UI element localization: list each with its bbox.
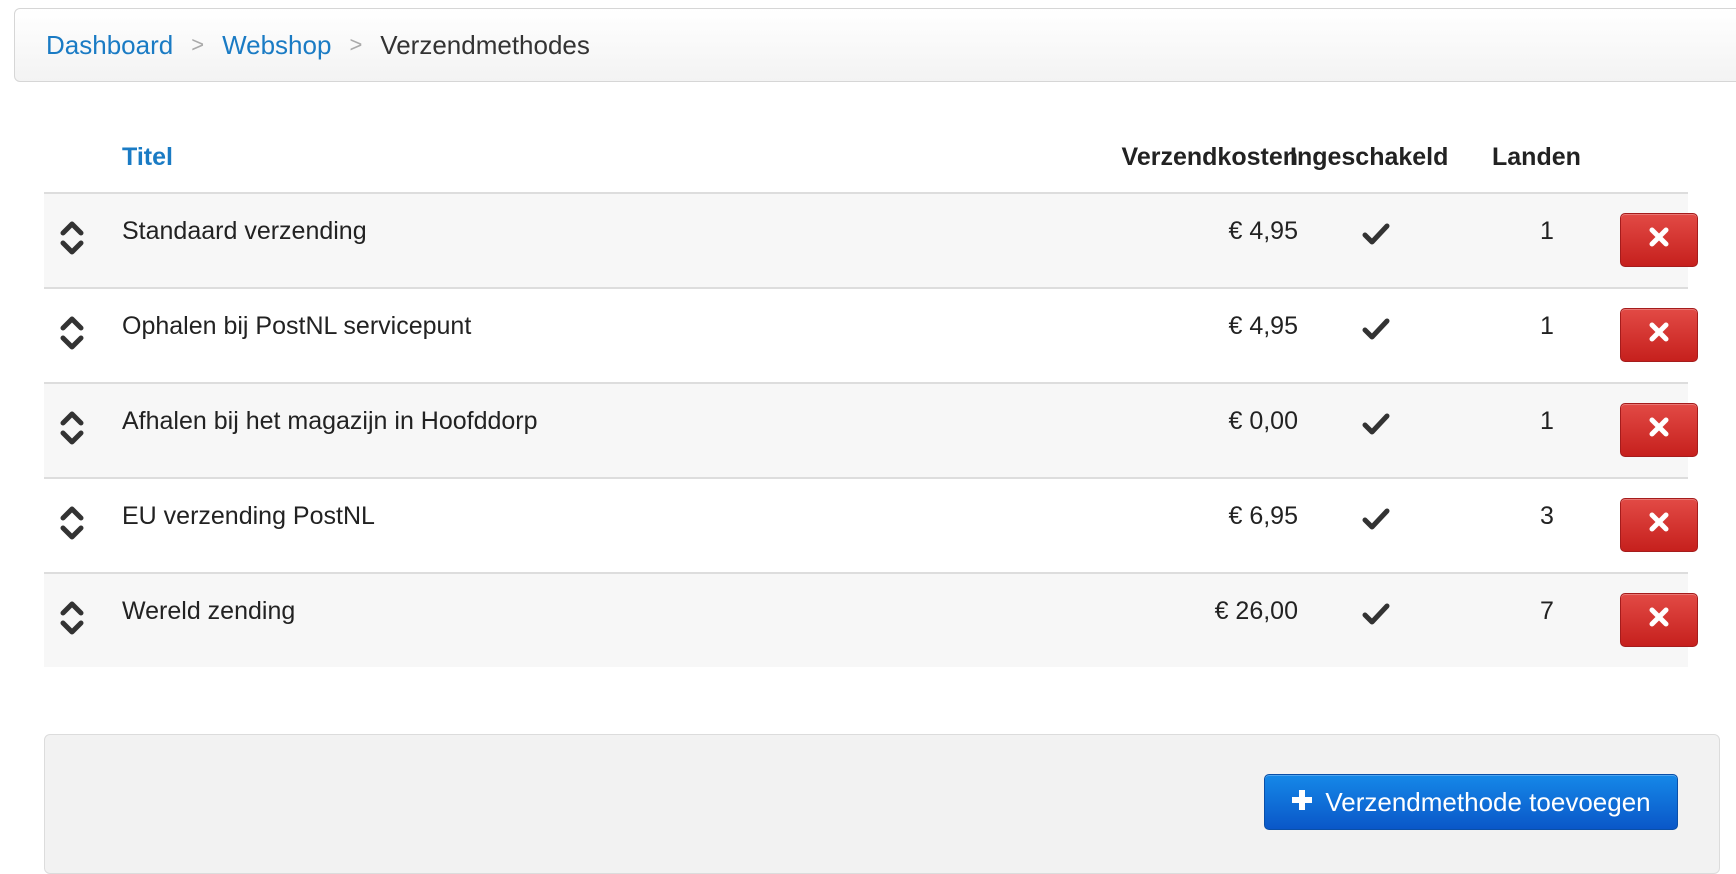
column-header-title[interactable]: Titel [122,143,173,172]
shipping-method-title: Standaard verzending [122,217,367,245]
delete-button[interactable] [1620,498,1698,552]
table-row: Afhalen bij het magazijn in Hoofddorp € 0… [44,384,1698,479]
table-row: Ophalen bij PostNL servicepunt € 4,95 1 [44,289,1698,384]
delete-button[interactable] [1620,213,1698,267]
column-header-enabled: Ingeschakeld [1290,143,1449,171]
add-shipping-method-button[interactable]: Verzendmethode toevoegen [1264,774,1678,830]
delete-button[interactable] [1620,403,1698,457]
checkmark-icon [1362,220,1390,248]
countries-count: 3 [1540,502,1554,530]
add-shipping-method-label: Verzendmethode toevoegen [1325,786,1651,817]
checkmark-icon [1362,505,1390,533]
sort-handle-icon[interactable] [59,406,85,450]
shipping-cost: € 6,95 [1228,502,1298,530]
close-icon [1648,321,1670,350]
table-row: EU verzending PostNL € 6,95 3 [44,479,1698,574]
close-icon [1648,226,1670,255]
shipping-method-title: Afhalen bij het magazijn in Hoofddorp [122,407,538,435]
shipping-method-title: Ophalen bij PostNL servicepunt [122,312,472,340]
delete-button[interactable] [1620,308,1698,362]
shipping-cost: € 26,00 [1214,597,1298,625]
breadcrumb-separator: > [191,32,205,57]
close-icon [1648,606,1670,635]
breadcrumb-current: Verzendmethodes [380,29,590,60]
breadcrumb-link-webshop[interactable]: Webshop [222,30,331,61]
breadcrumb-link-dashboard[interactable]: Dashboard [46,30,173,61]
table-header: Titel Verzendkosten Ingeschakeld Landen [44,122,1688,194]
close-icon [1648,416,1670,445]
shipping-cost: € 4,95 [1228,312,1298,340]
sort-handle-icon[interactable] [59,596,85,640]
column-header-cost: Verzendkosten [1121,143,1298,171]
table-row: Wereld zending € 26,00 7 [44,574,1698,667]
table-row: Standaard verzending € 4,95 1 [44,194,1698,289]
checkmark-icon [1362,600,1390,628]
checkmark-icon [1362,410,1390,438]
shipping-method-title: EU verzending PostNL [122,502,375,530]
countries-count: 7 [1540,597,1554,625]
shipping-method-title: Wereld zending [122,597,296,625]
shipping-cost: € 4,95 [1228,217,1298,245]
delete-button[interactable] [1620,593,1698,647]
column-header-countries: Landen [1492,143,1581,171]
countries-count: 1 [1540,312,1554,340]
shipping-cost: € 0,00 [1228,407,1298,435]
plus-icon [1291,787,1313,818]
breadcrumb-separator: > [349,32,363,57]
sort-handle-icon[interactable] [59,501,85,545]
sort-handle-icon[interactable] [59,216,85,260]
breadcrumb: Dashboard > Webshop > Verzendmethodes [14,8,1736,82]
checkmark-icon [1362,315,1390,343]
countries-count: 1 [1540,217,1554,245]
close-icon [1648,511,1670,540]
shipping-methods-table: Titel Verzendkosten Ingeschakeld Landen … [44,122,1698,667]
sort-handle-icon[interactable] [59,311,85,355]
countries-count: 1 [1540,407,1554,435]
